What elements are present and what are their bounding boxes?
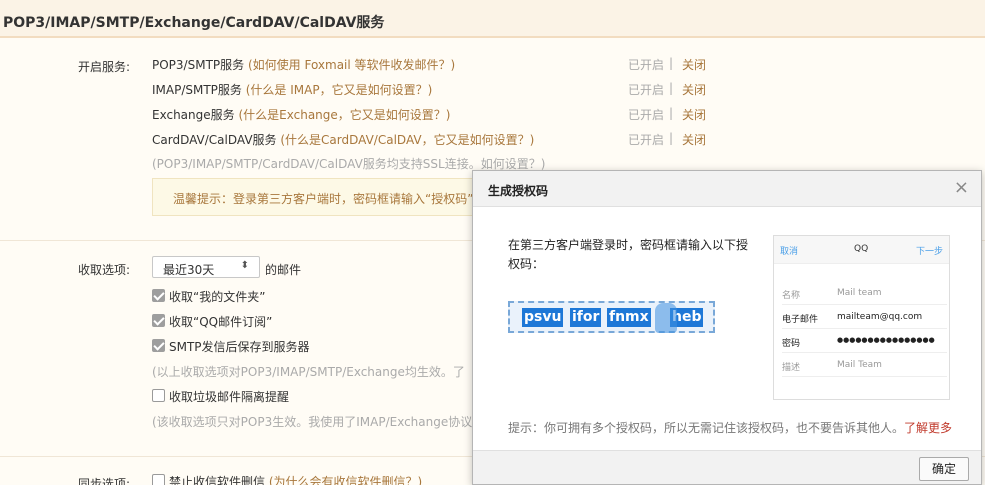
section-title: POP3/IMAP/SMTP/Exchange/CardDAV/CalDAV服务 bbox=[3, 15, 385, 31]
disable-service-link[interactable]: 关闭 bbox=[682, 56, 706, 73]
auth-code-segment: fnmx bbox=[607, 308, 651, 327]
phone-next: 下一步 bbox=[915, 247, 943, 257]
auth-code-dialog: 生成授权码 × 在第三方客户端登录时，密码框请输入以下授权码： psvu ifo… bbox=[472, 170, 982, 485]
status-separator: | bbox=[669, 81, 674, 95]
sync-label: 同步选项: bbox=[77, 477, 130, 485]
sync-option: 禁止收信软件删信 (为什么会有收信软件删信？) bbox=[169, 473, 422, 485]
hand-cursor-icon bbox=[655, 303, 677, 333]
phone-row-key: 描述 bbox=[782, 363, 801, 373]
close-icon[interactable]: × bbox=[954, 177, 969, 198]
disable-service-link[interactable]: 关闭 bbox=[682, 131, 706, 148]
sync-help-link[interactable]: (为什么会有收信软件删信？) bbox=[269, 475, 422, 485]
services-label: 开启服务: bbox=[77, 60, 130, 74]
status-enabled: 已开启 bbox=[628, 108, 665, 122]
smtp-save-checkbox[interactable] bbox=[152, 339, 165, 352]
dialog-hint: 提示：你可拥有多个授权码，所以无需记住该授权码，也不要告诉其他人。了解更多 bbox=[508, 419, 952, 436]
checkbox-label: 收取“QQ邮件订阅” bbox=[169, 315, 273, 329]
status-enabled: 已开启 bbox=[628, 58, 665, 72]
receive-range-suffix: 的邮件 bbox=[265, 263, 302, 277]
phone-example: 取消 QQ 下一步 名称 Mail team 电子邮件 mailteam@qq.… bbox=[773, 235, 950, 400]
status-enabled: 已开启 bbox=[628, 133, 665, 147]
learn-more-link[interactable]: 了解更多 bbox=[904, 421, 952, 435]
tip-box: 温馨提示：登录第三方客户端时，密码框请输入“授权码” bbox=[152, 178, 492, 216]
select-arrow-icon: ⬍ bbox=[240, 260, 249, 271]
service-row-imap: IMAP/SMTP服务 (什么是 IMAP，它又是如何设置？) bbox=[152, 81, 432, 98]
fetch-my-folders-checkbox[interactable] bbox=[152, 289, 165, 302]
dialog-footer: 确定 bbox=[473, 450, 981, 484]
phone-row-key: 密码 bbox=[782, 339, 801, 349]
checkbox-label: 收取垃圾邮件隔离提醒 bbox=[169, 390, 290, 404]
phone-title: QQ bbox=[854, 244, 869, 254]
receive-range-select[interactable]: 最近30天 ⬍ bbox=[152, 256, 260, 278]
forbid-delete-checkbox[interactable] bbox=[152, 474, 165, 485]
dialog-header: 生成授权码 × bbox=[473, 171, 981, 207]
confirm-button[interactable]: 确定 bbox=[919, 457, 969, 481]
phone-row-value: Mail team bbox=[837, 288, 882, 298]
pop3-note: (该收取选项只对POP3生效。我使用了IMAP/Exchange协议 bbox=[152, 415, 473, 429]
service-name: POP3/SMTP服务 bbox=[152, 58, 245, 72]
service-name: Exchange服务 bbox=[152, 108, 235, 122]
status-separator: | bbox=[669, 56, 674, 70]
phone-row: 密码 ●●●●●●●●●●●●●●●● bbox=[782, 329, 947, 353]
dialog-hint-text: 提示：你可拥有多个授权码，所以无需记住该授权码，也不要告诉其他人。 bbox=[508, 421, 905, 435]
tip-text: 温馨提示：登录第三方客户端时，密码框请输入“授权码” bbox=[173, 192, 474, 206]
phone-cancel: 取消 bbox=[780, 247, 799, 257]
receive-note: (以上收取选项对POP3/IMAP/SMTP/Exchange均生效。了 bbox=[152, 365, 465, 379]
junk-reminder-checkbox[interactable] bbox=[152, 389, 165, 402]
status-enabled: 已开启 bbox=[628, 83, 665, 97]
checkbox-label: 禁止收信软件删信 bbox=[169, 475, 266, 485]
receive-label: 收取选项: bbox=[77, 263, 130, 277]
phone-row-key: 名称 bbox=[782, 291, 801, 301]
service-help-link[interactable]: (什么是 IMAP，它又是如何设置？) bbox=[246, 83, 433, 97]
phone-row: 描述 Mail Team bbox=[782, 353, 947, 377]
auth-code-box[interactable]: psvu ifor fnmx heb bbox=[508, 301, 715, 333]
checkbox-label: SMTP发信后保存到服务器 bbox=[169, 340, 310, 354]
disable-service-link[interactable]: 关闭 bbox=[682, 106, 706, 123]
phone-row-value: Mail Team bbox=[837, 360, 882, 370]
service-help-link[interactable]: (什么是CardDAV/CalDAV，它又是如何设置？) bbox=[280, 133, 534, 147]
service-name: IMAP/SMTP服务 bbox=[152, 83, 242, 97]
service-row-pop3: POP3/SMTP服务 (如何使用 Foxmail 等软件收发邮件？) bbox=[152, 56, 455, 73]
service-help-link[interactable]: (什么是Exchange，它又是如何设置？) bbox=[238, 108, 450, 122]
phone-row-key: 电子邮件 bbox=[782, 315, 819, 325]
status-separator: | bbox=[669, 106, 674, 120]
phone-row-value: mailteam@qq.com bbox=[837, 312, 923, 322]
service-row-exchange: Exchange服务 (什么是Exchange，它又是如何设置？) bbox=[152, 106, 450, 123]
section-header: POP3/IMAP/SMTP/Exchange/CardDAV/CalDAV服务 bbox=[0, 0, 985, 38]
phone-row-value: ●●●●●●●●●●●●●●●● bbox=[837, 336, 935, 344]
receive-range-value: 最近30天 bbox=[163, 263, 215, 277]
service-name: CardDAV/CalDAV服务 bbox=[152, 133, 277, 147]
service-help-link[interactable]: (如何使用 Foxmail 等软件收发邮件？) bbox=[248, 58, 455, 72]
phone-nav-bar: 取消 QQ 下一步 bbox=[774, 236, 949, 264]
phone-row: 电子邮件 mailteam@qq.com bbox=[782, 305, 947, 329]
dialog-instruction: 在第三方客户端登录时，密码框请输入以下授权码： bbox=[508, 238, 749, 271]
dialog-title: 生成授权码 bbox=[488, 184, 549, 198]
status-separator: | bbox=[669, 131, 674, 145]
fetch-subscriptions-checkbox[interactable] bbox=[152, 314, 165, 327]
checkbox-label: 收取“我的文件夹” bbox=[169, 290, 266, 304]
auth-code-segment: ifor bbox=[570, 308, 602, 327]
auth-code-segment: psvu bbox=[522, 308, 564, 327]
disable-service-link[interactable]: 关闭 bbox=[682, 81, 706, 98]
phone-row: 名称 Mail team bbox=[782, 281, 947, 305]
service-row-carddav: CardDAV/CalDAV服务 (什么是CardDAV/CalDAV，它又是如… bbox=[152, 131, 534, 148]
